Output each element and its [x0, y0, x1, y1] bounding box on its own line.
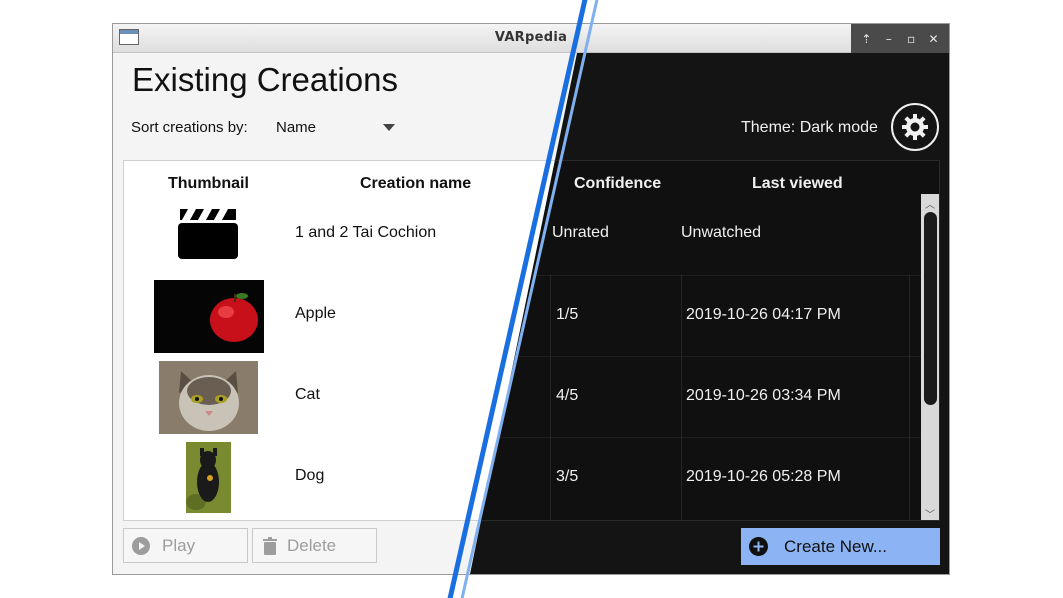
theme-split-divider — [447, 0, 599, 598]
